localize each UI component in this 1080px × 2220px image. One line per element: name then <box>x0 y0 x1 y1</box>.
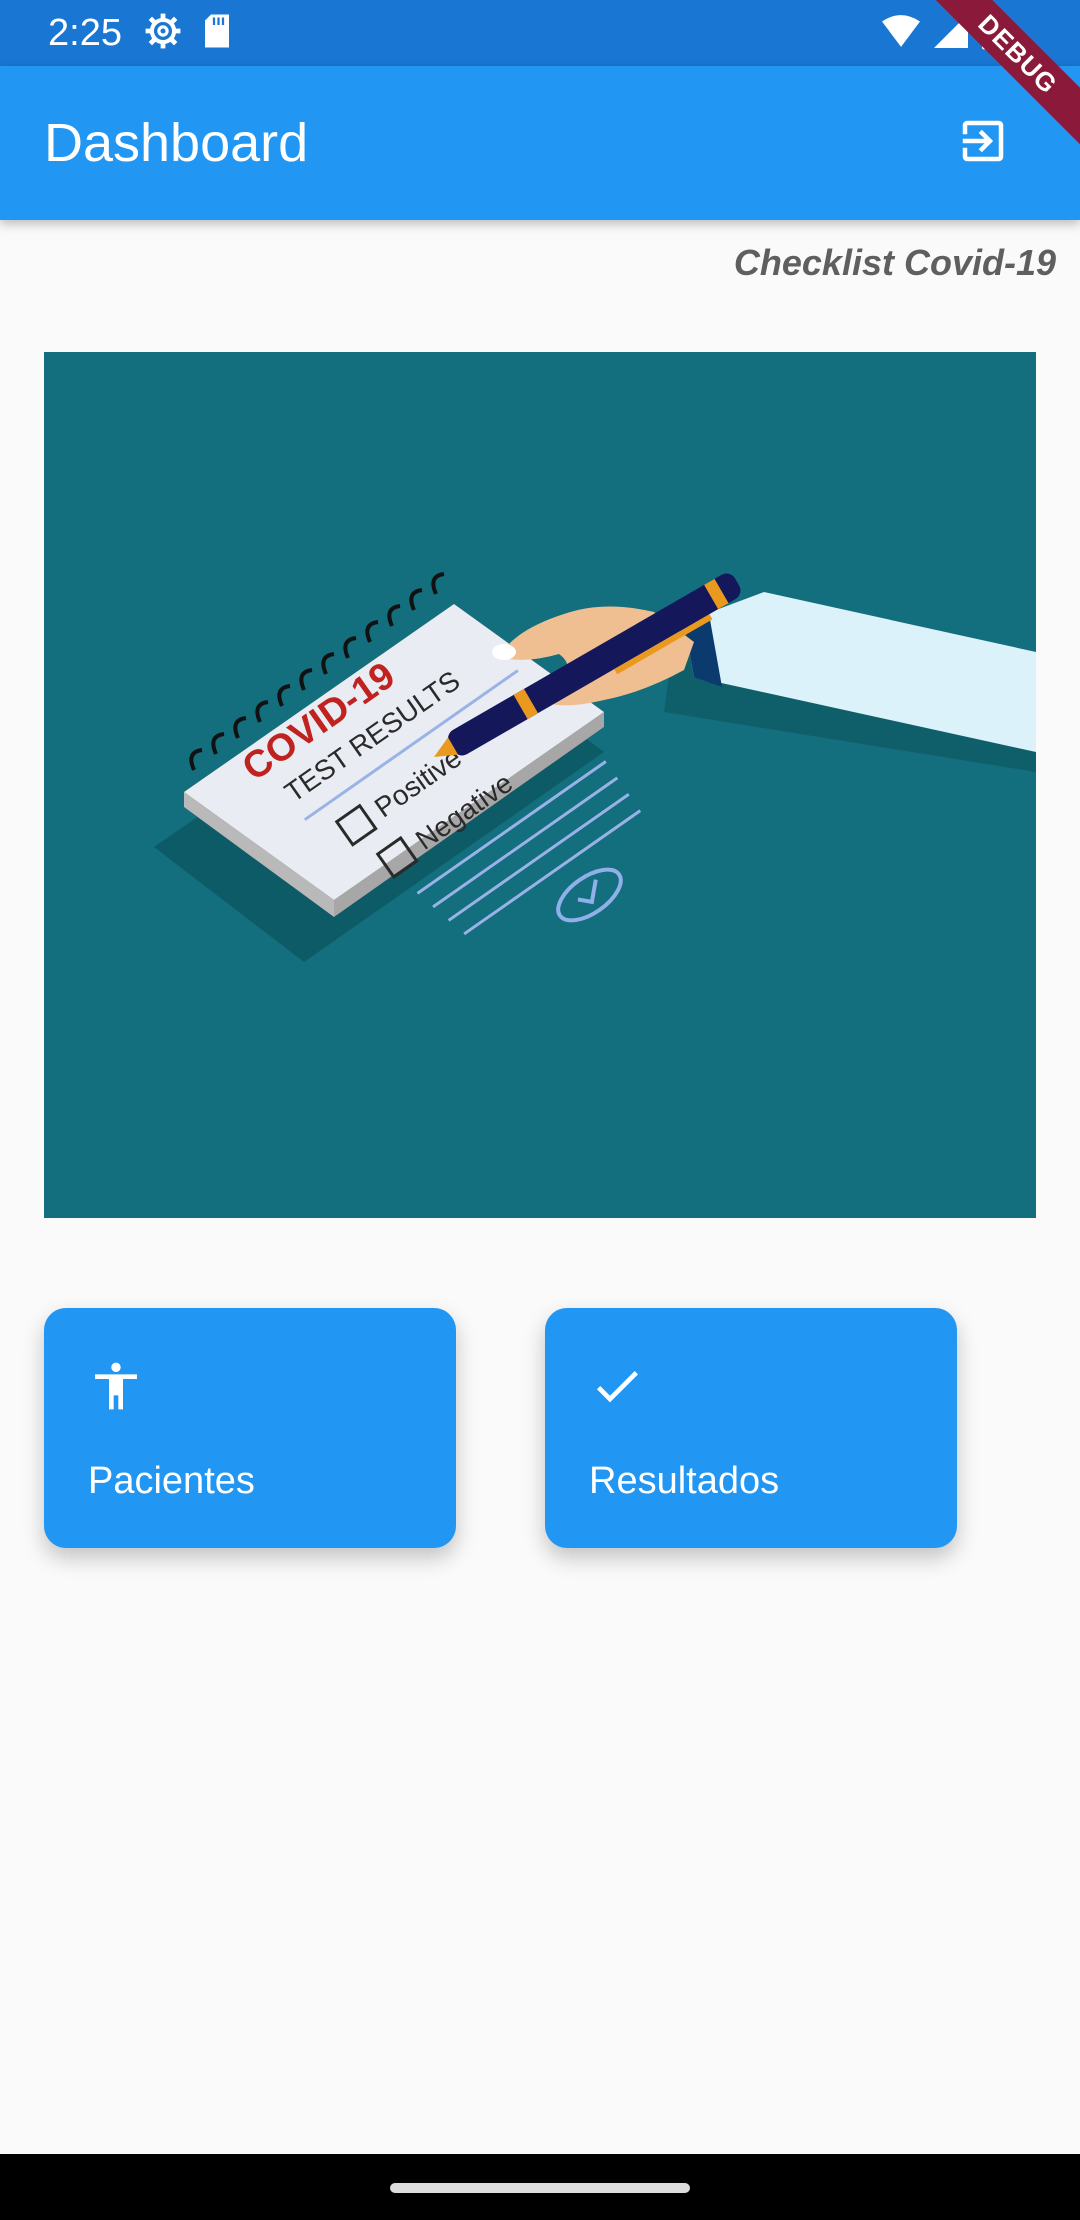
navigation-bar <box>0 2154 1080 2220</box>
check-icon <box>589 1358 645 1414</box>
subtitle: Checklist Covid-19 <box>733 242 1056 283</box>
logout-icon <box>956 114 1010 173</box>
results-label: Resultados <box>589 1460 780 1502</box>
patients-label: Pacientes <box>88 1460 255 1502</box>
app-bar: Dashboard <box>0 66 1080 220</box>
patients-card[interactable]: Pacientes <box>44 1308 456 1548</box>
status-bar: 2:25 <box>0 0 1080 66</box>
covid-test-illustration: COVID-19 TEST RESULTS Positive Negative <box>154 572 1036 962</box>
accessibility-icon <box>88 1358 144 1414</box>
sd-card-icon <box>202 13 232 54</box>
settings-icon <box>144 12 182 55</box>
wifi-icon <box>882 14 920 53</box>
results-card[interactable]: Resultados <box>545 1308 957 1548</box>
status-time: 2:25 <box>48 11 122 54</box>
page-title: Dashboard <box>44 113 309 173</box>
logout-button[interactable] <box>956 116 1010 170</box>
home-gesture-handle[interactable] <box>390 2183 690 2193</box>
hero-image: COVID-19 TEST RESULTS Positive Negative <box>44 352 1036 1218</box>
